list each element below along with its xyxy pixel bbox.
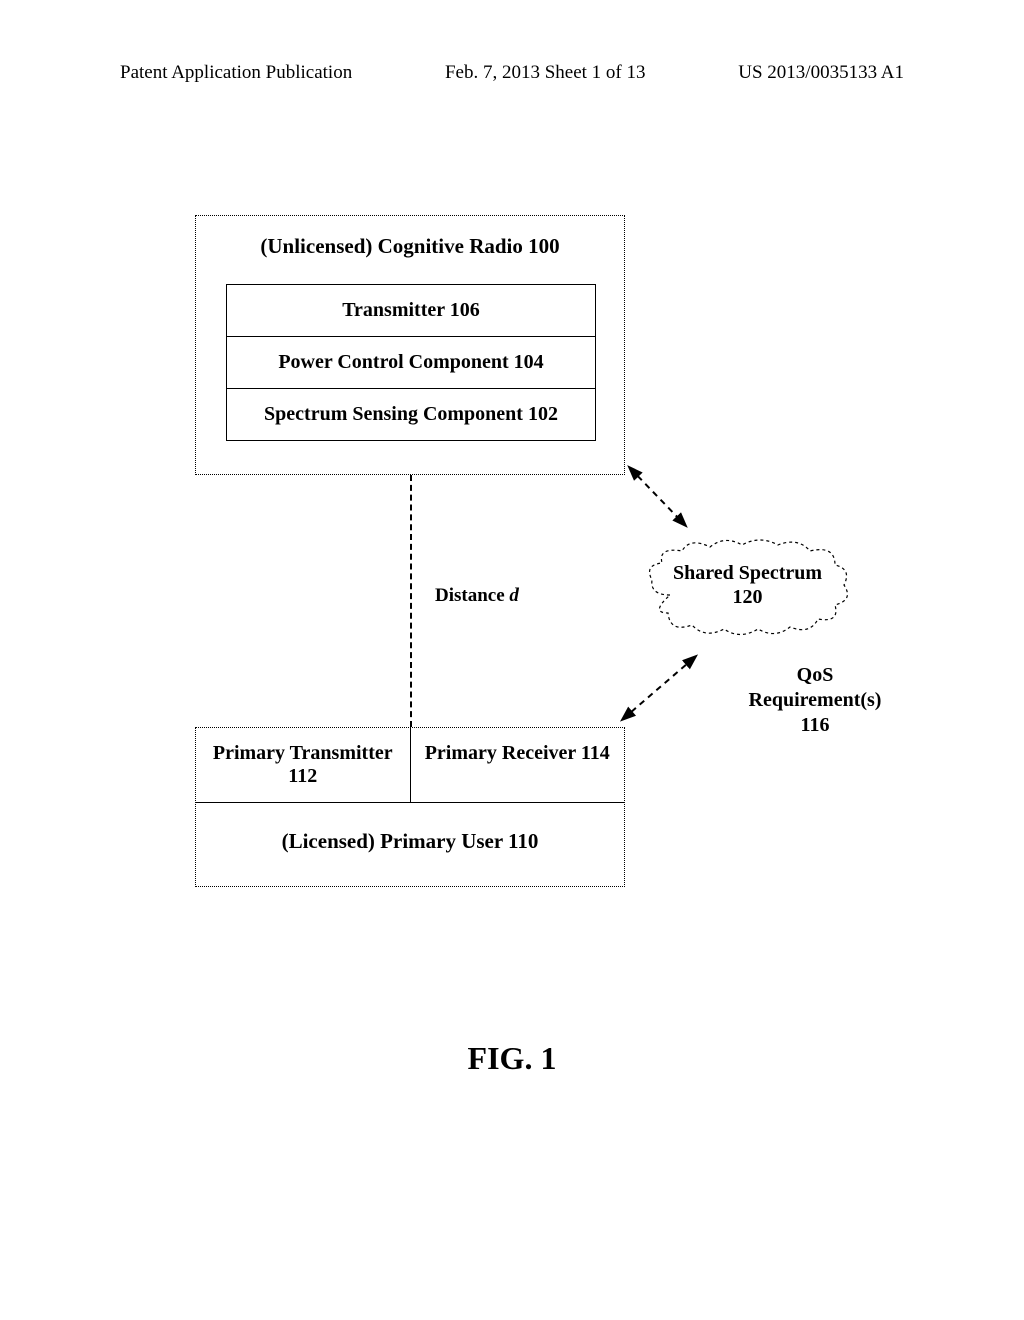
transmitter-label: Transmitter 106 <box>227 285 595 337</box>
primary-receiver-label: Primary Receiver 114 <box>411 728 625 802</box>
cloud-line2: 120 <box>733 586 763 608</box>
primary-user-box: Primary Transmitter 112 Primary Receiver… <box>195 727 625 887</box>
qos-line2: Requirement(s) <box>749 689 882 711</box>
power-control-label: Power Control Component 104 <box>227 337 595 389</box>
primary-inner: Primary Transmitter 112 Primary Receiver… <box>196 728 624 803</box>
spectrum-sensing-label: Spectrum Sensing Component 102 <box>227 389 595 440</box>
primary-transmitter-label: Primary Transmitter 112 <box>196 728 411 802</box>
distance-prefix: Distance <box>435 585 509 606</box>
arrow-top-icon <box>625 463 705 535</box>
distance-label: Distance d <box>435 585 519 607</box>
primary-user-title: (Licensed) Primary User 110 <box>196 803 624 854</box>
cloud-line1: Shared Spectrum <box>673 562 822 584</box>
page-header: Patent Application Publication Feb. 7, 2… <box>0 62 1024 84</box>
qos-label: QoS Requirement(s) 116 <box>715 663 915 738</box>
arrow-bottom-icon <box>615 649 710 727</box>
qos-line1: QoS <box>797 664 834 686</box>
cognitive-radio-title: (Unlicensed) Cognitive Radio 100 <box>196 216 624 259</box>
header-left: Patent Application Publication <box>120 62 352 84</box>
distance-line <box>410 475 412 727</box>
cognitive-radio-box: (Unlicensed) Cognitive Radio 100 Transmi… <box>195 215 625 475</box>
distance-variable: d <box>509 585 519 606</box>
qos-line3: 116 <box>801 714 830 736</box>
header-center: Feb. 7, 2013 Sheet 1 of 13 <box>445 62 646 84</box>
cognitive-radio-inner: Transmitter 106 Power Control Component … <box>226 284 596 441</box>
diagram-container: (Unlicensed) Cognitive Radio 100 Transmi… <box>195 215 875 965</box>
cloud-text: Shared Spectrum 120 <box>640 561 855 609</box>
figure-caption: FIG. 1 <box>0 1040 1024 1077</box>
shared-spectrum-cloud: Shared Spectrum 120 <box>640 535 855 640</box>
header-right: US 2013/0035133 A1 <box>738 62 904 84</box>
